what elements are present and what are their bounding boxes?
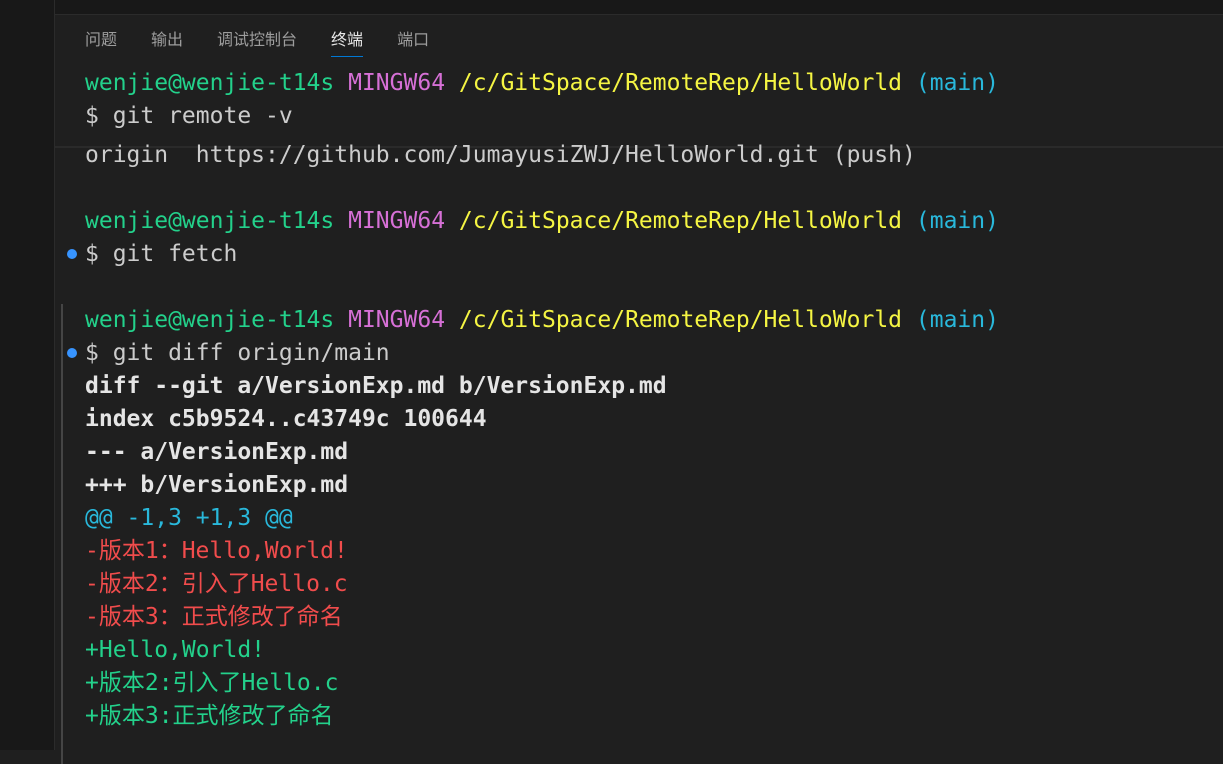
bottom-panel: 问题 输出 调试控制台 终端 端口 wenjie@wenjie-t14s MIN…	[55, 15, 1223, 764]
diff-removed-line: -版本1：Hello,World!	[85, 538, 348, 564]
editor-area-edge	[55, 0, 1223, 15]
prompt-system: MINGW64	[348, 70, 446, 96]
tab-problems[interactable]: 问题	[85, 29, 117, 57]
tab-debug-console[interactable]: 调试控制台	[217, 29, 297, 57]
terminal-command: $ git remote -v	[85, 103, 293, 129]
command-decoration-icon[interactable]	[67, 348, 77, 358]
diff-hunk-header: @@ -1,3 +1,3 @@	[85, 505, 293, 531]
diff-header-line: index c5b9524..c43749c 100644	[85, 406, 487, 432]
diff-added-line: +版本2:引入了Hello.c	[85, 670, 339, 696]
diff-added-line: +Hello,World!	[85, 637, 266, 663]
panel-tabs: 问题 输出 调试控制台 终端 端口	[85, 29, 463, 65]
diff-header-line: +++ b/VersionExp.md	[85, 472, 349, 498]
command-decoration-icon[interactable]	[67, 249, 77, 259]
terminal-prompt: wenjie@wenjie-t14s MINGW64 /c/GitSpace/R…	[85, 304, 999, 337]
prompt-user: wenjie@wenjie-t14s	[85, 70, 335, 96]
tab-terminal[interactable]: 终端	[331, 29, 364, 57]
diff-removed-line: -版本2：引入了Hello.c	[85, 571, 348, 597]
terminal-output-line: origin https://github.com/JumayusiZWJ/He…	[85, 142, 916, 168]
prompt-system: MINGW64	[348, 208, 446, 234]
prompt-path: /c/GitSpace/RemoteRep/HelloWorld	[458, 70, 903, 96]
diff-header-line: diff --git a/VersionExp.md b/VersionExp.…	[85, 373, 667, 399]
command-block-bar	[61, 304, 63, 764]
prompt-branch: (main)	[915, 70, 999, 96]
prompt-user: wenjie@wenjie-t14s	[85, 307, 335, 333]
diff-added-line: +版本3:正式修改了命名	[85, 703, 334, 729]
tab-output[interactable]: 输出	[151, 29, 183, 57]
terminal-prompt: wenjie@wenjie-t14s MINGW64 /c/GitSpace/R…	[85, 205, 999, 238]
prompt-path: /c/GitSpace/RemoteRep/HelloWorld	[458, 208, 903, 234]
terminal-command: $ git fetch	[85, 241, 238, 267]
prompt-path: /c/GitSpace/RemoteRep/HelloWorld	[458, 307, 903, 333]
terminal-command: $ git diff origin/main	[85, 340, 390, 366]
terminal-view[interactable]: wenjie@wenjie-t14s MINGW64 /c/GitSpace/R…	[55, 67, 1223, 764]
prompt-user: wenjie@wenjie-t14s	[85, 208, 335, 234]
prompt-branch: (main)	[915, 307, 999, 333]
tab-ports[interactable]: 端口	[397, 29, 429, 57]
terminal-prompt: wenjie@wenjie-t14s MINGW64 /c/GitSpace/R…	[85, 67, 999, 100]
diff-header-line: --- a/VersionExp.md	[85, 439, 349, 465]
prompt-system: MINGW64	[348, 307, 446, 333]
prompt-branch: (main)	[915, 208, 999, 234]
diff-removed-line: -版本3：正式修改了命名	[85, 604, 343, 630]
activity-gutter	[0, 0, 55, 750]
